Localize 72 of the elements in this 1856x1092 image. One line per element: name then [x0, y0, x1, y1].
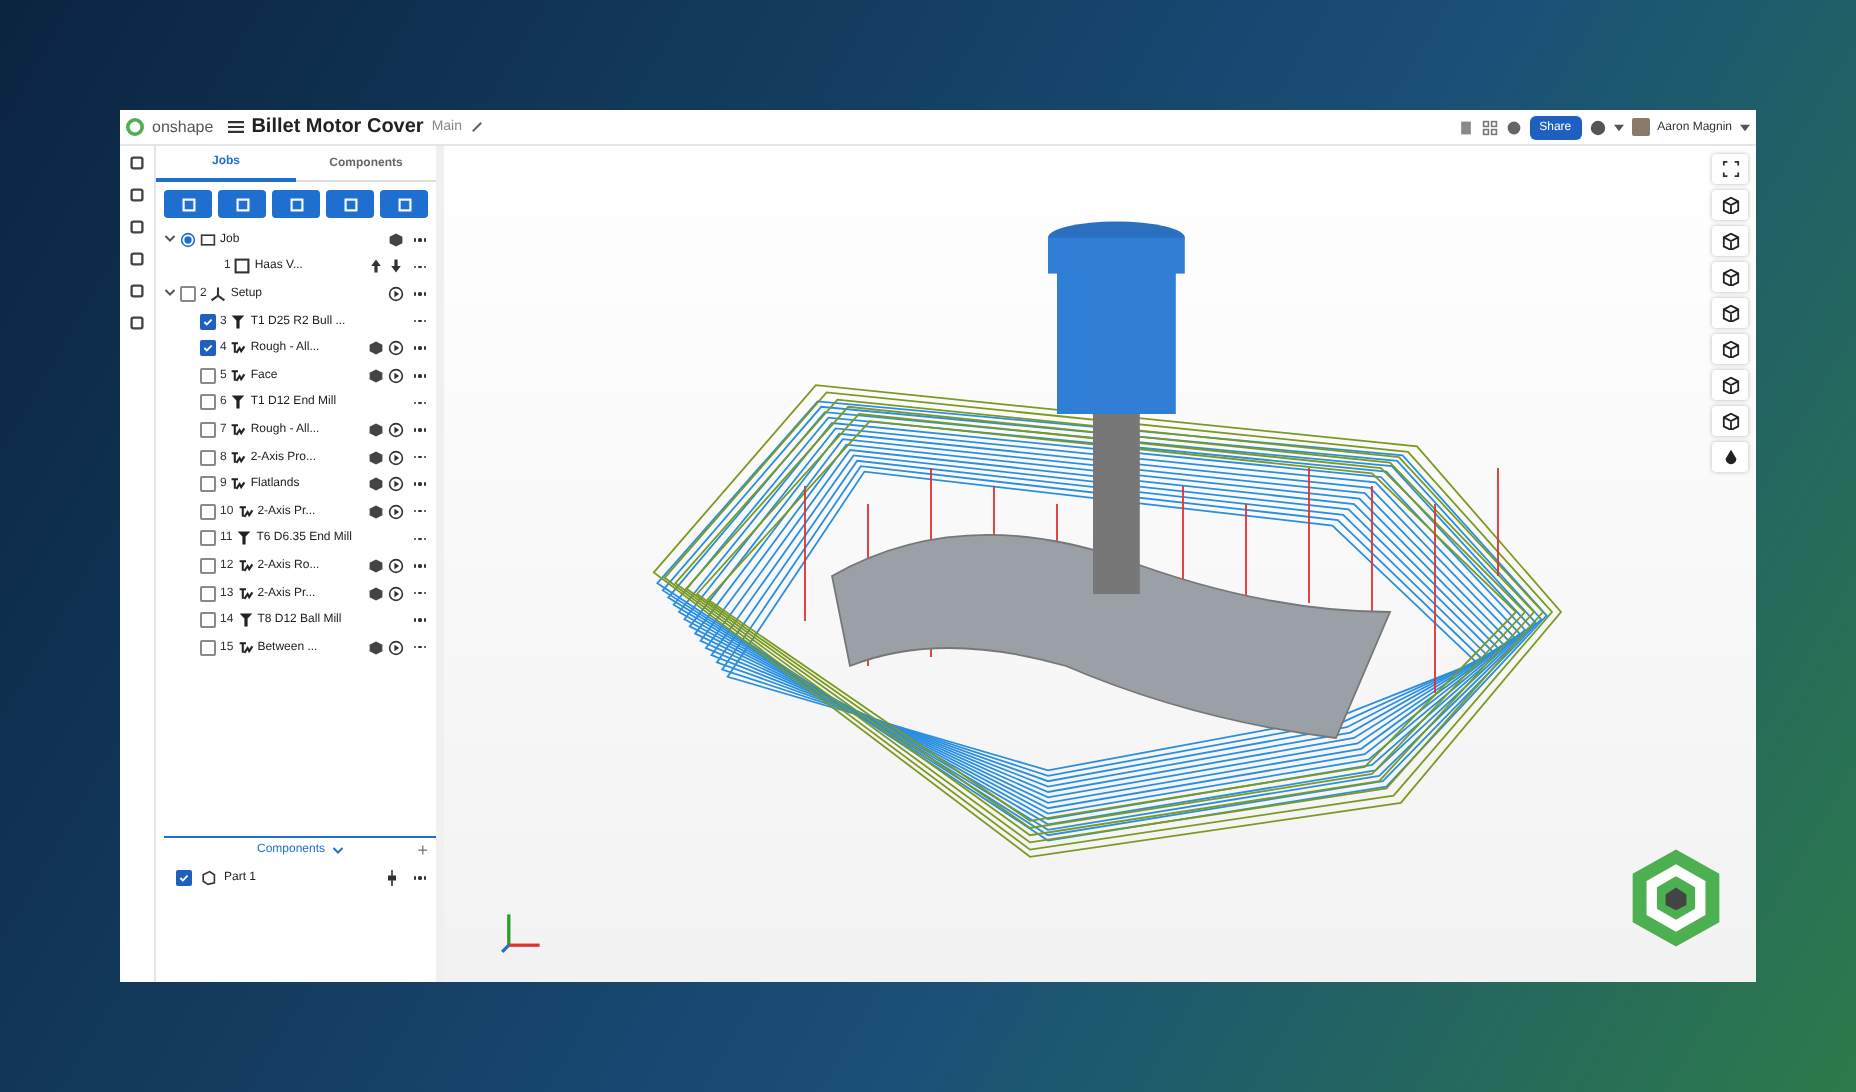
- checkbox[interactable]: [200, 557, 216, 574]
- play-icon[interactable]: [387, 639, 403, 656]
- document-title: Billet Motor Cover: [251, 116, 424, 138]
- stock-icon[interactable]: [387, 231, 403, 248]
- fit-view-icon: [1721, 160, 1739, 178]
- cube-icon: [1721, 196, 1739, 214]
- checkbox[interactable]: [200, 367, 216, 384]
- chevron-icon[interactable]: [164, 234, 176, 245]
- view-cube-button[interactable]: [1712, 262, 1748, 292]
- checkbox[interactable]: [200, 394, 216, 411]
- brand-name: onshape: [152, 118, 214, 136]
- view-cube-button[interactable]: [1712, 406, 1748, 436]
- cube-icon: [1721, 304, 1739, 322]
- play-icon[interactable]: [387, 340, 403, 357]
- cube-icon: [1721, 412, 1739, 430]
- cube-icon: [1721, 340, 1739, 358]
- checkbox[interactable]: [176, 870, 192, 886]
- checkbox[interactable]: [200, 313, 216, 330]
- play-icon[interactable]: [387, 367, 403, 384]
- play-icon[interactable]: [387, 557, 403, 574]
- view-cube-button[interactable]: [1712, 226, 1748, 256]
- play-icon[interactable]: [387, 585, 403, 602]
- more-icon[interactable]: [413, 342, 426, 355]
- view-cube-button[interactable]: [1712, 334, 1748, 364]
- checkbox[interactable]: [200, 340, 216, 357]
- menu-icon[interactable]: [227, 120, 244, 134]
- checkbox[interactable]: [200, 503, 216, 520]
- download-icon[interactable]: [387, 258, 403, 275]
- checkbox[interactable]: [200, 449, 216, 466]
- view-cube-button[interactable]: [1712, 370, 1748, 400]
- checkbox[interactable]: [180, 285, 196, 302]
- fit-view-button[interactable]: [1712, 154, 1748, 184]
- checkbox[interactable]: [200, 639, 216, 656]
- upload-icon[interactable]: [367, 258, 383, 275]
- view-cube-button[interactable]: [1712, 298, 1748, 328]
- checkbox[interactable]: [200, 612, 216, 629]
- caret-icon[interactable]: [1740, 123, 1750, 131]
- chevron-icon[interactable]: [164, 288, 176, 299]
- play-icon[interactable]: [387, 285, 403, 302]
- more-icon[interactable]: [413, 872, 426, 884]
- more-icon[interactable]: [413, 287, 426, 300]
- stock-icon[interactable]: [367, 639, 383, 656]
- view-cube-button[interactable]: [1712, 190, 1748, 220]
- play-icon[interactable]: [387, 449, 403, 466]
- add-button[interactable]: +: [417, 840, 428, 860]
- avatar[interactable]: [1631, 118, 1650, 136]
- more-icon[interactable]: [413, 614, 426, 627]
- render-mode-button[interactable]: [1712, 442, 1748, 472]
- chevron-icon[interactable]: [331, 845, 344, 855]
- axis-triad-icon: [500, 910, 544, 954]
- checkbox[interactable]: [200, 421, 216, 438]
- play-icon[interactable]: [387, 421, 403, 438]
- cube-icon: [1721, 376, 1739, 394]
- part-icon: [200, 870, 216, 886]
- grid-icon[interactable]: [1481, 119, 1498, 135]
- drop-icon: [1721, 448, 1739, 466]
- more-icon[interactable]: [413, 478, 426, 491]
- more-icon[interactable]: [413, 369, 426, 382]
- cube-icon: [1721, 268, 1739, 286]
- more-icon[interactable]: [413, 233, 426, 246]
- play-icon[interactable]: [387, 476, 403, 493]
- radio-button[interactable]: [180, 231, 196, 248]
- caret-icon[interactable]: [1613, 123, 1624, 131]
- pin-icon[interactable]: [383, 870, 399, 886]
- checkbox[interactable]: [200, 476, 216, 493]
- logo-icon: [126, 118, 144, 136]
- checkbox[interactable]: [200, 585, 216, 602]
- more-icon[interactable]: [413, 559, 426, 572]
- cube-icon: [1721, 232, 1739, 250]
- play-icon[interactable]: [387, 503, 403, 520]
- more-icon[interactable]: [413, 423, 426, 436]
- checkbox[interactable]: [200, 530, 216, 547]
